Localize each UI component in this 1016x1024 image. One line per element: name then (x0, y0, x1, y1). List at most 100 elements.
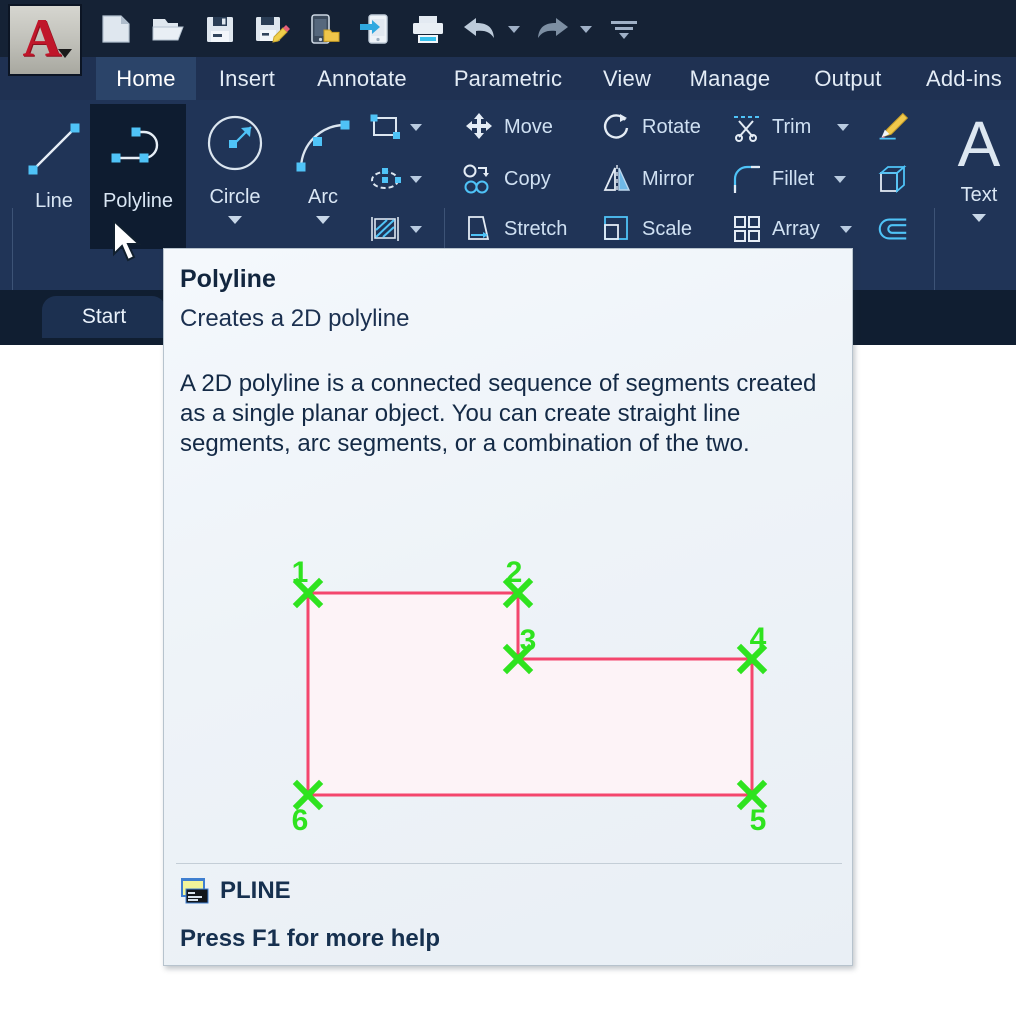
rotate-label: Rotate (642, 115, 701, 138)
rectangle-row[interactable] (368, 110, 422, 144)
undo-icon[interactable] (460, 9, 500, 49)
save-as-icon[interactable] (252, 9, 292, 49)
chevron-down-icon[interactable] (410, 225, 422, 233)
tab-label: Insert (218, 65, 276, 91)
stretch-icon[interactable] (462, 212, 496, 246)
polyline-diagram-svg: 1 2 3 4 5 6 (292, 556, 768, 837)
customize-qat-icon[interactable] (604, 9, 644, 49)
circle-button[interactable]: Circle (192, 106, 278, 224)
vertex-label: 1 (292, 556, 309, 589)
chevron-down-icon[interactable] (839, 225, 852, 233)
tooltip-help-hint: Press F1 for more help (180, 925, 441, 952)
chevron-down-icon[interactable] (834, 175, 847, 183)
line-label: Line (35, 190, 73, 212)
chevron-down-icon[interactable] (410, 123, 422, 131)
chevron-down-icon[interactable] (228, 216, 242, 224)
offset-row[interactable] (876, 212, 910, 246)
array-icon[interactable] (730, 212, 764, 246)
fillet-icon[interactable] (730, 162, 764, 196)
match-properties-icon[interactable] (876, 110, 910, 144)
polyline-diagram: 1 2 3 4 5 6 (164, 509, 854, 849)
tab-label: Parametric (453, 65, 563, 91)
stretch-label: Stretch (504, 217, 568, 240)
3d-solid-row[interactable] (876, 162, 910, 196)
svg-text:A: A (958, 108, 1001, 178)
tab-label: Annotate (317, 65, 407, 91)
rotate-row[interactable]: Rotate (600, 110, 701, 144)
trim-row[interactable]: Trim (730, 110, 850, 144)
vertex-label: 2 (506, 556, 523, 589)
tab-annotate[interactable]: Annotate (298, 57, 426, 100)
move-row[interactable]: Move (462, 110, 553, 144)
mirror-icon[interactable] (600, 162, 634, 196)
rectangle-icon[interactable] (368, 110, 402, 144)
copy-icon[interactable] (462, 162, 496, 196)
move-label: Move (504, 115, 553, 138)
tab-manage[interactable]: Manage (672, 57, 788, 100)
vertex-label: 4 (750, 622, 767, 655)
hatch-icon[interactable] (368, 212, 402, 246)
chevron-down-icon[interactable] (837, 123, 850, 131)
line-button[interactable]: Line (18, 110, 90, 213)
vertex-label: 5 (750, 804, 767, 837)
chevron-down-icon[interactable] (410, 175, 422, 183)
tab-output[interactable]: Output (796, 57, 900, 100)
new-icon[interactable] (96, 9, 136, 49)
fillet-row[interactable]: Fillet (730, 162, 847, 196)
mirror-row[interactable]: Mirror (600, 162, 694, 196)
document-tab-start[interactable]: Start (42, 296, 166, 338)
tooltip-divider (176, 863, 842, 864)
tab-add-ins[interactable]: Add-ins (908, 57, 1016, 100)
tooltip-command-name: PLINE (220, 877, 291, 904)
autocad-window: A Home Insert Annotate Parametric View M… (0, 0, 1016, 1024)
tab-view[interactable]: View (590, 57, 664, 100)
tab-home[interactable]: Home (96, 57, 196, 100)
tooltip-summary: Creates a 2D polyline (180, 305, 410, 332)
redo-icon[interactable] (532, 9, 572, 49)
arc-button[interactable]: Arc (284, 106, 362, 224)
trim-icon[interactable] (730, 110, 764, 144)
scale-row[interactable]: Scale (600, 212, 692, 246)
arc-icon (287, 106, 359, 184)
tab-insert[interactable]: Insert (204, 57, 290, 100)
array-label: Array (772, 217, 820, 240)
offset-icon[interactable] (876, 212, 910, 246)
polyline-label: Polyline (102, 190, 174, 212)
circle-icon (199, 106, 271, 184)
copy-row[interactable]: Copy (462, 162, 551, 196)
3d-solid-icon[interactable] (876, 162, 910, 196)
text-button[interactable]: A Text (948, 104, 1010, 222)
redo-dropdown-icon[interactable] (580, 25, 592, 33)
ellipse-icon[interactable] (368, 162, 402, 196)
chevron-down-icon[interactable] (316, 216, 330, 224)
rotate-icon[interactable] (600, 110, 634, 144)
array-row[interactable]: Array (730, 212, 852, 246)
mirror-label: Mirror (642, 167, 695, 190)
open-icon[interactable] (148, 9, 188, 49)
ellipse-row[interactable] (368, 162, 422, 196)
text-a-icon: A (949, 104, 1009, 182)
hatch-row[interactable] (368, 212, 422, 246)
move-icon[interactable] (462, 110, 496, 144)
tab-label: Manage (689, 65, 771, 91)
tab-label: Home (116, 65, 176, 91)
plot-icon[interactable] (408, 9, 448, 49)
save-to-web-mobile-icon[interactable] (356, 9, 396, 49)
chevron-down-icon[interactable] (972, 214, 986, 222)
trim-label: Trim (772, 115, 812, 138)
open-from-web-mobile-icon[interactable] (304, 9, 344, 49)
vertex-label: 6 (292, 804, 309, 837)
match-properties-row[interactable] (876, 110, 910, 144)
copy-label: Copy (504, 167, 551, 190)
undo-dropdown-icon[interactable] (508, 25, 520, 33)
save-icon[interactable] (200, 9, 240, 49)
quick-access-icons (96, 7, 644, 51)
tab-label: Add-ins (926, 65, 1002, 91)
tab-label: View (602, 65, 652, 91)
fillet-label: Fillet (772, 167, 815, 190)
polyline-icon (102, 110, 174, 188)
stretch-row[interactable]: Stretch (462, 212, 567, 246)
tab-label: Output (814, 65, 882, 91)
tab-parametric[interactable]: Parametric (434, 57, 582, 100)
scale-icon[interactable] (600, 212, 634, 246)
